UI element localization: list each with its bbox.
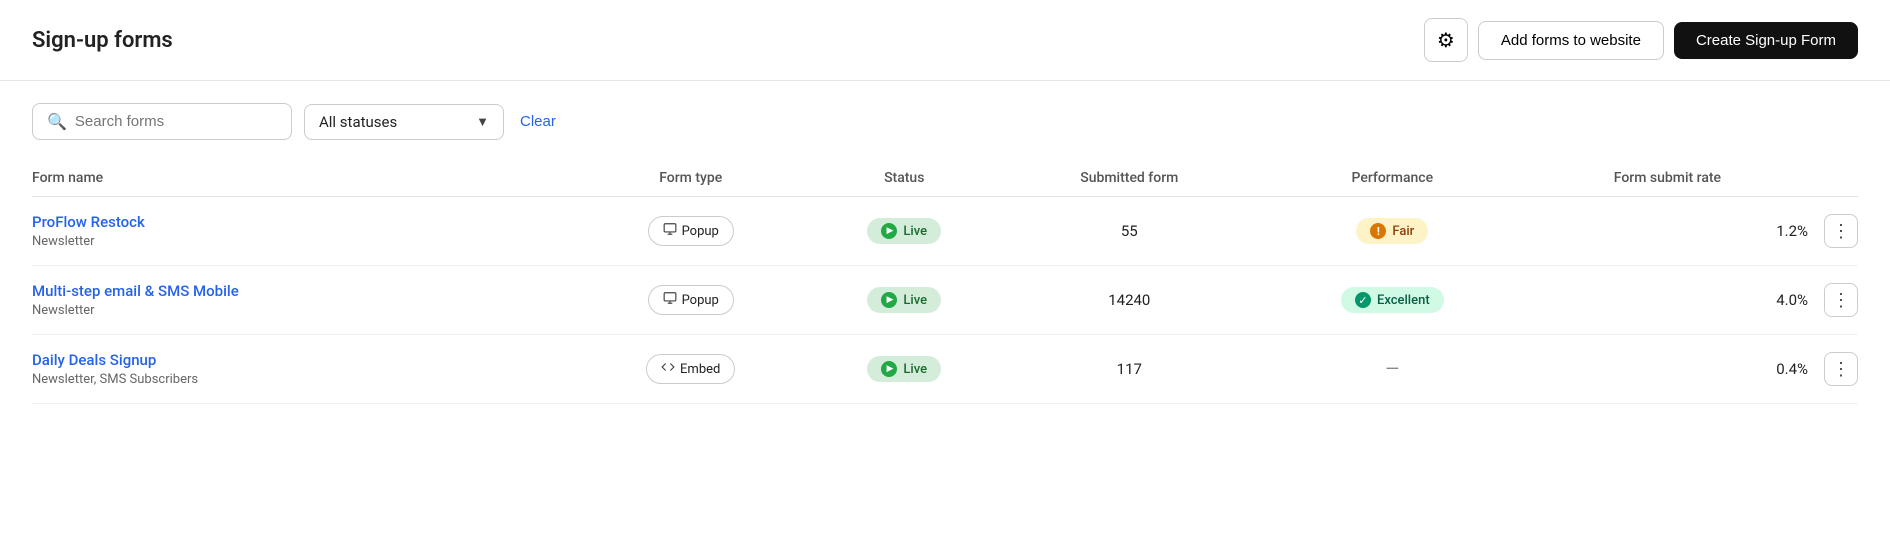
forms-table: Form name Form type Status Submitted for…: [32, 160, 1858, 404]
col-submit-rate: Form submit rate: [1527, 160, 1808, 197]
excellent-icon: ✓: [1355, 292, 1371, 308]
form-name-link[interactable]: Multi-step email & SMS Mobile: [32, 282, 574, 300]
form-sub: Newsletter, SMS Subscribers: [32, 372, 198, 387]
col-status: Status: [808, 160, 1001, 197]
submitted-count: 14240: [1001, 266, 1258, 335]
add-forms-button[interactable]: Add forms to website: [1478, 21, 1664, 60]
live-dot-icon: ▶: [881, 361, 897, 377]
status-select-label: All statuses: [319, 113, 397, 131]
type-badge: Popup: [648, 285, 734, 315]
search-input[interactable]: [75, 113, 277, 130]
form-name-link[interactable]: ProFlow Restock: [32, 213, 574, 231]
clear-button[interactable]: Clear: [516, 111, 560, 132]
col-form-name: Form name: [32, 160, 574, 197]
table-body: ProFlow Restock Newsletter Popup ▶ Live …: [32, 197, 1858, 404]
performance-badge: ! Fair: [1356, 218, 1428, 244]
col-actions: [1808, 160, 1858, 197]
col-submitted: Submitted form: [1001, 160, 1258, 197]
create-signup-form-button[interactable]: Create Sign-up Form: [1674, 22, 1858, 59]
table-row: Daily Deals Signup Newsletter, SMS Subsc…: [32, 335, 1858, 404]
col-form-type: Form type: [574, 160, 808, 197]
gear-icon: ⚙: [1437, 28, 1455, 53]
header-actions: ⚙ Add forms to website Create Sign-up Fo…: [1424, 18, 1858, 62]
live-dot-icon: ▶: [881, 292, 897, 308]
more-actions-button[interactable]: ⋮: [1824, 352, 1858, 386]
performance-badge: ✓ Excellent: [1341, 287, 1444, 313]
fair-icon: !: [1370, 223, 1386, 239]
status-badge: ▶ Live: [867, 218, 941, 244]
chevron-down-icon: ▼: [476, 114, 489, 130]
type-icon: [663, 222, 677, 240]
table-row: Multi-step email & SMS Mobile Newsletter…: [32, 266, 1858, 335]
submit-rate: 1.2%: [1527, 197, 1808, 266]
play-icon: ▶: [886, 226, 893, 236]
performance-dash: —: [1258, 359, 1527, 380]
col-performance: Performance: [1258, 160, 1527, 197]
live-dot-icon: ▶: [881, 223, 897, 239]
submit-rate: 4.0%: [1527, 266, 1808, 335]
more-actions-button[interactable]: ⋮: [1824, 283, 1858, 317]
status-badge: ▶ Live: [867, 287, 941, 313]
play-icon: ▶: [886, 295, 893, 305]
type-icon: [661, 360, 675, 378]
forms-table-section: Form name Form type Status Submitted for…: [0, 150, 1890, 404]
type-icon: [663, 291, 677, 309]
form-name-link[interactable]: Daily Deals Signup: [32, 351, 574, 369]
play-icon: ▶: [886, 364, 893, 374]
type-badge: Embed: [646, 354, 735, 384]
status-select[interactable]: All statuses ▼: [304, 104, 504, 140]
submitted-count: 55: [1001, 197, 1258, 266]
submitted-count: 117: [1001, 335, 1258, 404]
more-actions-button[interactable]: ⋮: [1824, 214, 1858, 248]
page-title: Sign-up forms: [32, 28, 1412, 53]
table-row: ProFlow Restock Newsletter Popup ▶ Live …: [32, 197, 1858, 266]
search-icon: 🔍: [47, 112, 67, 131]
table-header: Form name Form type Status Submitted for…: [32, 160, 1858, 197]
toolbar: 🔍 All statuses ▼ Clear: [0, 81, 1890, 150]
form-sub: Newsletter: [32, 234, 95, 249]
status-badge: ▶ Live: [867, 356, 941, 382]
page-header: Sign-up forms ⚙ Add forms to website Cre…: [0, 0, 1890, 81]
type-badge: Popup: [648, 216, 734, 246]
gear-button[interactable]: ⚙: [1424, 18, 1468, 62]
form-sub: Newsletter: [32, 303, 95, 318]
submit-rate: 0.4%: [1527, 335, 1808, 404]
search-wrapper: 🔍: [32, 103, 292, 140]
